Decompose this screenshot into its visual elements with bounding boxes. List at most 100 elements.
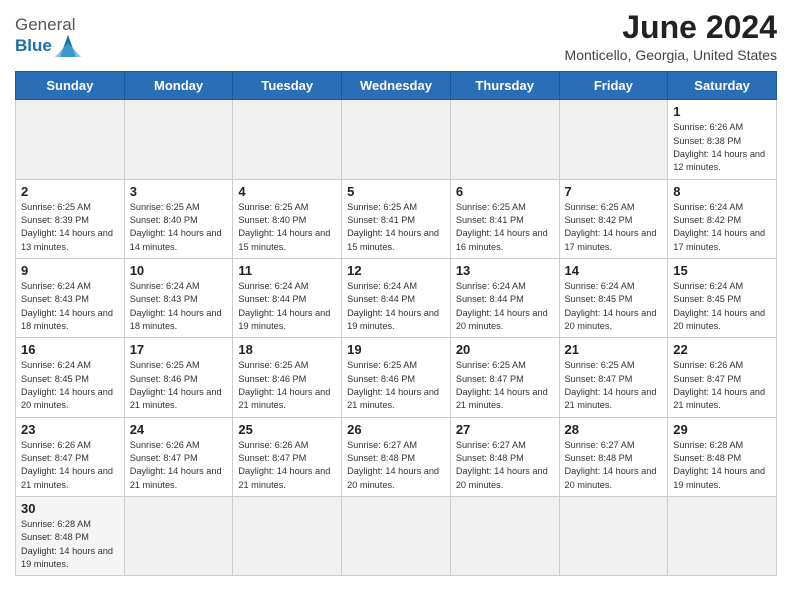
day-number: 19	[347, 342, 445, 357]
day-number: 4	[238, 184, 336, 199]
day-info: Sunrise: 6:27 AM Sunset: 8:48 PM Dayligh…	[565, 439, 663, 492]
day-number: 5	[347, 184, 445, 199]
calendar-cell: 30 Sunrise: 6:28 AM Sunset: 8:48 PM Dayli…	[16, 497, 125, 576]
day-number: 29	[673, 422, 771, 437]
day-info: Sunrise: 6:24 AM Sunset: 8:45 PM Dayligh…	[565, 280, 663, 333]
calendar-cell	[450, 100, 559, 179]
calendar-cell	[668, 497, 777, 576]
day-number: 15	[673, 263, 771, 278]
day-number: 7	[565, 184, 663, 199]
week-row-4: 23Sunrise: 6:26 AM Sunset: 8:47 PM Dayli…	[16, 417, 777, 496]
logo-icon	[55, 35, 81, 57]
calendar-cell: 26 Sunrise: 6:27 AM Sunset: 8:48 PM Dayli…	[342, 417, 451, 496]
day-info: Sunrise: 6:25 AM Sunset: 8:47 PM Dayligh…	[456, 359, 554, 412]
week-row-0: 1Sunrise: 6:26 AM Sunset: 8:38 PM Daylig…	[16, 100, 777, 179]
day-info: Sunrise: 6:28 AM Sunset: 8:48 PM Dayligh…	[673, 439, 771, 492]
weekday-header-row: SundayMondayTuesdayWednesdayThursdayFrid…	[16, 72, 777, 100]
day-number: 26	[347, 422, 445, 437]
day-info: Sunrise: 6:27 AM Sunset: 8:48 PM Dayligh…	[347, 439, 445, 492]
day-info: Sunrise: 6:25 AM Sunset: 8:46 PM Dayligh…	[130, 359, 228, 412]
calendar-cell	[124, 100, 233, 179]
day-number: 25	[238, 422, 336, 437]
day-number: 9	[21, 263, 119, 278]
day-info: Sunrise: 6:24 AM Sunset: 8:45 PM Dayligh…	[21, 359, 119, 412]
calendar-cell: 4 Sunrise: 6:25 AM Sunset: 8:40 PM Daylig…	[233, 179, 342, 258]
calendar-cell: 5Sunrise: 6:25 AM Sunset: 8:41 PM Daylig…	[342, 179, 451, 258]
day-info: Sunrise: 6:25 AM Sunset: 8:41 PM Dayligh…	[456, 201, 554, 254]
weekday-header-saturday: Saturday	[668, 72, 777, 100]
week-row-5: 30 Sunrise: 6:28 AM Sunset: 8:48 PM Dayli…	[16, 497, 777, 576]
calendar-cell: 13Sunrise: 6:24 AM Sunset: 8:44 PM Dayli…	[450, 258, 559, 337]
day-number: 8	[673, 184, 771, 199]
day-info: Sunrise: 6:25 AM Sunset: 8:42 PM Dayligh…	[565, 201, 663, 254]
calendar-cell: 8 Sunrise: 6:24 AM Sunset: 8:42 PM Daylig…	[668, 179, 777, 258]
logo: General Blue	[15, 16, 81, 57]
day-info: Sunrise: 6:24 AM Sunset: 8:44 PM Dayligh…	[238, 280, 336, 333]
calendar-cell: 6 Sunrise: 6:25 AM Sunset: 8:41 PM Daylig…	[450, 179, 559, 258]
day-info: Sunrise: 6:28 AM Sunset: 8:48 PM Dayligh…	[21, 518, 119, 571]
day-info: Sunrise: 6:26 AM Sunset: 8:47 PM Dayligh…	[238, 439, 336, 492]
day-info: Sunrise: 6:25 AM Sunset: 8:46 PM Dayligh…	[238, 359, 336, 412]
day-number: 14	[565, 263, 663, 278]
calendar-cell: 3Sunrise: 6:25 AM Sunset: 8:40 PM Daylig…	[124, 179, 233, 258]
week-row-2: 9 Sunrise: 6:24 AM Sunset: 8:43 PM Daylig…	[16, 258, 777, 337]
day-info: Sunrise: 6:25 AM Sunset: 8:46 PM Dayligh…	[347, 359, 445, 412]
calendar-cell: 21Sunrise: 6:25 AM Sunset: 8:47 PM Dayli…	[559, 338, 668, 417]
day-info: Sunrise: 6:24 AM Sunset: 8:43 PM Dayligh…	[21, 280, 119, 333]
calendar-cell: 23Sunrise: 6:26 AM Sunset: 8:47 PM Dayli…	[16, 417, 125, 496]
day-number: 10	[130, 263, 228, 278]
day-info: Sunrise: 6:27 AM Sunset: 8:48 PM Dayligh…	[456, 439, 554, 492]
weekday-header-monday: Monday	[124, 72, 233, 100]
day-number: 16	[21, 342, 119, 357]
calendar-cell: 1Sunrise: 6:26 AM Sunset: 8:38 PM Daylig…	[668, 100, 777, 179]
calendar-cell	[450, 497, 559, 576]
calendar-cell: 17 Sunrise: 6:25 AM Sunset: 8:46 PM Dayli…	[124, 338, 233, 417]
weekday-header-friday: Friday	[559, 72, 668, 100]
day-number: 1	[673, 104, 771, 119]
day-info: Sunrise: 6:24 AM Sunset: 8:44 PM Dayligh…	[347, 280, 445, 333]
day-info: Sunrise: 6:25 AM Sunset: 8:47 PM Dayligh…	[565, 359, 663, 412]
calendar-cell: 7 Sunrise: 6:25 AM Sunset: 8:42 PM Daylig…	[559, 179, 668, 258]
calendar-cell: 25 Sunrise: 6:26 AM Sunset: 8:47 PM Dayli…	[233, 417, 342, 496]
calendar-cell: 29 Sunrise: 6:28 AM Sunset: 8:48 PM Dayli…	[668, 417, 777, 496]
day-number: 6	[456, 184, 554, 199]
calendar-cell: 2 Sunrise: 6:25 AM Sunset: 8:39 PM Daylig…	[16, 179, 125, 258]
location: Monticello, Georgia, United States	[565, 47, 777, 63]
weekday-header-sunday: Sunday	[16, 72, 125, 100]
day-number: 30	[21, 501, 119, 516]
calendar-cell: 20Sunrise: 6:25 AM Sunset: 8:47 PM Dayli…	[450, 338, 559, 417]
day-info: Sunrise: 6:26 AM Sunset: 8:47 PM Dayligh…	[673, 359, 771, 412]
logo-general: General	[15, 15, 75, 34]
calendar-cell	[342, 100, 451, 179]
calendar-cell: 10Sunrise: 6:24 AM Sunset: 8:43 PM Dayli…	[124, 258, 233, 337]
calendar-cell	[16, 100, 125, 179]
month-title: June 2024	[565, 10, 777, 45]
day-number: 22	[673, 342, 771, 357]
calendar-cell: 15 Sunrise: 6:24 AM Sunset: 8:45 PM Dayli…	[668, 258, 777, 337]
day-number: 17	[130, 342, 228, 357]
day-number: 12	[347, 263, 445, 278]
calendar-cell: 16 Sunrise: 6:24 AM Sunset: 8:45 PM Dayli…	[16, 338, 125, 417]
calendar-cell	[233, 100, 342, 179]
day-number: 24	[130, 422, 228, 437]
day-number: 28	[565, 422, 663, 437]
calendar-cell	[559, 100, 668, 179]
weekday-header-tuesday: Tuesday	[233, 72, 342, 100]
title-block: June 2024 Monticello, Georgia, United St…	[565, 10, 777, 63]
day-info: Sunrise: 6:25 AM Sunset: 8:40 PM Dayligh…	[238, 201, 336, 254]
day-info: Sunrise: 6:26 AM Sunset: 8:47 PM Dayligh…	[130, 439, 228, 492]
calendar-cell: 11Sunrise: 6:24 AM Sunset: 8:44 PM Dayli…	[233, 258, 342, 337]
day-info: Sunrise: 6:24 AM Sunset: 8:42 PM Dayligh…	[673, 201, 771, 254]
weekday-header-wednesday: Wednesday	[342, 72, 451, 100]
day-info: Sunrise: 6:24 AM Sunset: 8:45 PM Dayligh…	[673, 280, 771, 333]
day-number: 2	[21, 184, 119, 199]
day-info: Sunrise: 6:26 AM Sunset: 8:47 PM Dayligh…	[21, 439, 119, 492]
calendar-cell: 27Sunrise: 6:27 AM Sunset: 8:48 PM Dayli…	[450, 417, 559, 496]
day-info: Sunrise: 6:24 AM Sunset: 8:44 PM Dayligh…	[456, 280, 554, 333]
day-info: Sunrise: 6:25 AM Sunset: 8:39 PM Dayligh…	[21, 201, 119, 254]
day-number: 3	[130, 184, 228, 199]
calendar-cell: 9 Sunrise: 6:24 AM Sunset: 8:43 PM Daylig…	[16, 258, 125, 337]
calendar-cell: 14 Sunrise: 6:24 AM Sunset: 8:45 PM Dayli…	[559, 258, 668, 337]
calendar-table: SundayMondayTuesdayWednesdayThursdayFrid…	[15, 71, 777, 576]
week-row-3: 16 Sunrise: 6:24 AM Sunset: 8:45 PM Dayli…	[16, 338, 777, 417]
